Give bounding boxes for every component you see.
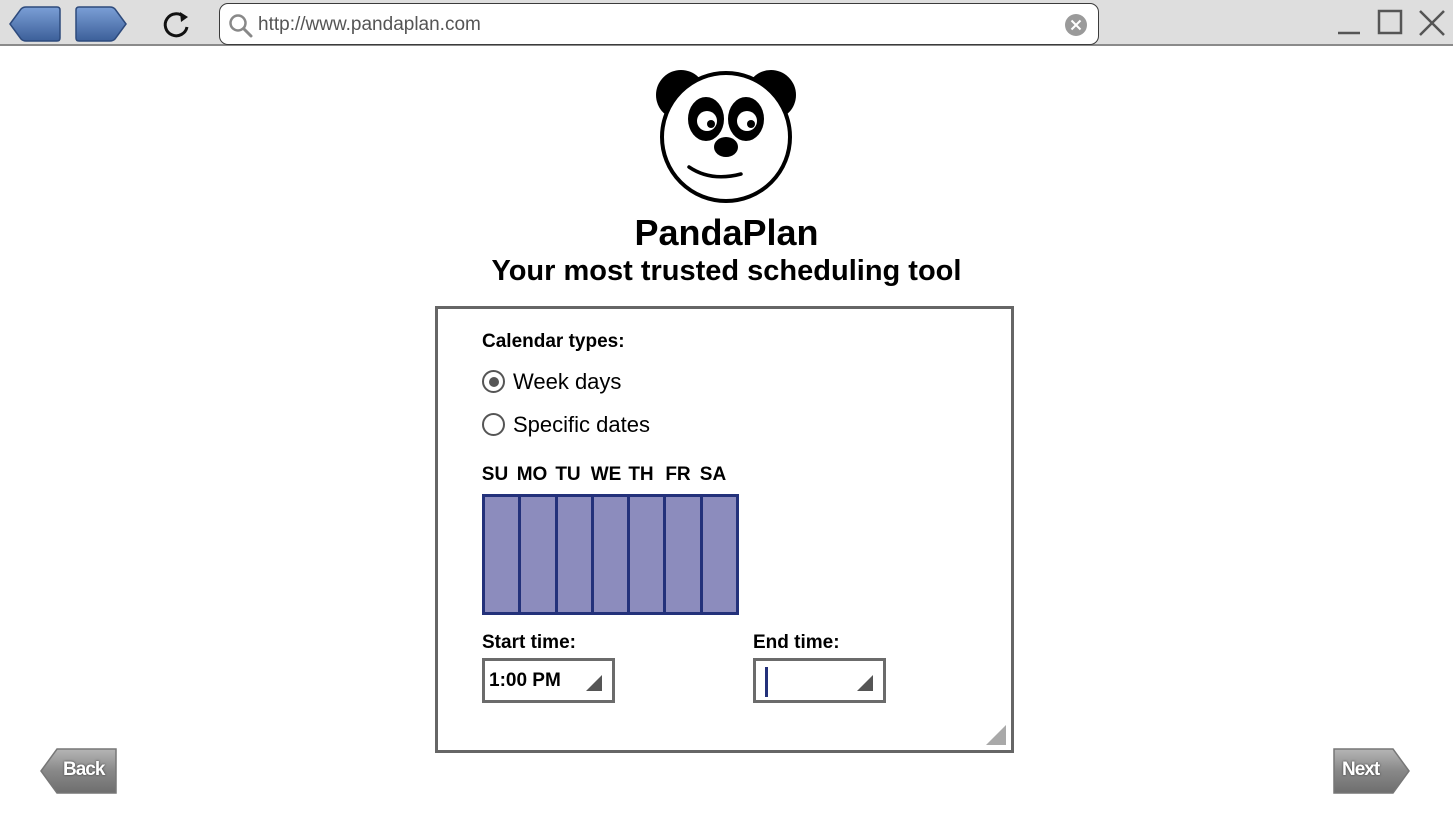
search-icon	[229, 14, 253, 38]
resize-grip-icon[interactable]	[986, 725, 1006, 745]
day-header: TH	[628, 464, 654, 485]
app-tagline: Your most trusted scheduling tool	[491, 255, 962, 287]
dropdown-arrow-icon	[586, 675, 602, 691]
start-time-value: 1:00 PM	[489, 670, 561, 691]
app-title: PandaPlan	[634, 212, 819, 253]
day-header: FR	[665, 464, 691, 485]
address-bar[interactable]	[219, 3, 1099, 45]
day-header: MO	[516, 464, 548, 485]
text-cursor	[765, 667, 768, 697]
back-button-label: Back	[63, 759, 105, 780]
minimize-icon[interactable]	[1335, 8, 1365, 38]
day-header: WE	[590, 464, 622, 485]
browser-forward-button[interactable]	[75, 6, 127, 42]
day-header: SA	[699, 464, 727, 485]
panda-logo	[656, 70, 796, 203]
day-column-th[interactable]	[627, 497, 663, 612]
start-time-label: Start time:	[482, 632, 576, 653]
start-time-select[interactable]: 1:00 PM	[482, 658, 615, 703]
forward-arrow-icon	[75, 6, 127, 42]
day-column-mo[interactable]	[518, 497, 554, 612]
radio-selected-dot	[488, 376, 499, 387]
day-header: TU	[555, 464, 581, 485]
dropdown-arrow-icon	[857, 675, 873, 691]
reload-icon	[163, 12, 189, 38]
radio-label: Specific dates	[513, 412, 650, 437]
day-column-su[interactable]	[485, 497, 518, 612]
calendar-types-label: Calendar types:	[482, 331, 625, 352]
end-time-label: End time:	[753, 632, 840, 653]
url-input[interactable]	[258, 12, 1048, 38]
browser-back-button[interactable]	[9, 6, 61, 42]
radio-button[interactable]	[482, 370, 505, 393]
day-column-we[interactable]	[590, 497, 627, 612]
clear-url-icon[interactable]	[1064, 13, 1088, 37]
weekday-grid	[482, 494, 739, 615]
browser-toolbar	[0, 0, 1453, 46]
close-icon[interactable]	[1417, 8, 1447, 38]
day-column-tu[interactable]	[554, 497, 591, 612]
day-column-sa[interactable]	[699, 497, 736, 612]
end-time-select[interactable]	[753, 658, 886, 703]
next-button[interactable]: Next	[1332, 747, 1410, 795]
radio-label: Week days	[513, 369, 622, 394]
maximize-icon[interactable]	[1376, 8, 1406, 38]
schedule-form-panel: Calendar types: Week days Specific dates…	[435, 306, 1014, 753]
day-column-fr[interactable]	[663, 497, 699, 612]
day-header: SU	[481, 464, 509, 485]
back-arrow-icon	[9, 6, 61, 42]
next-button-label: Next	[1342, 759, 1380, 780]
reload-button[interactable]	[158, 8, 194, 42]
back-button[interactable]: Back	[40, 747, 118, 795]
radio-button[interactable]	[482, 413, 505, 436]
